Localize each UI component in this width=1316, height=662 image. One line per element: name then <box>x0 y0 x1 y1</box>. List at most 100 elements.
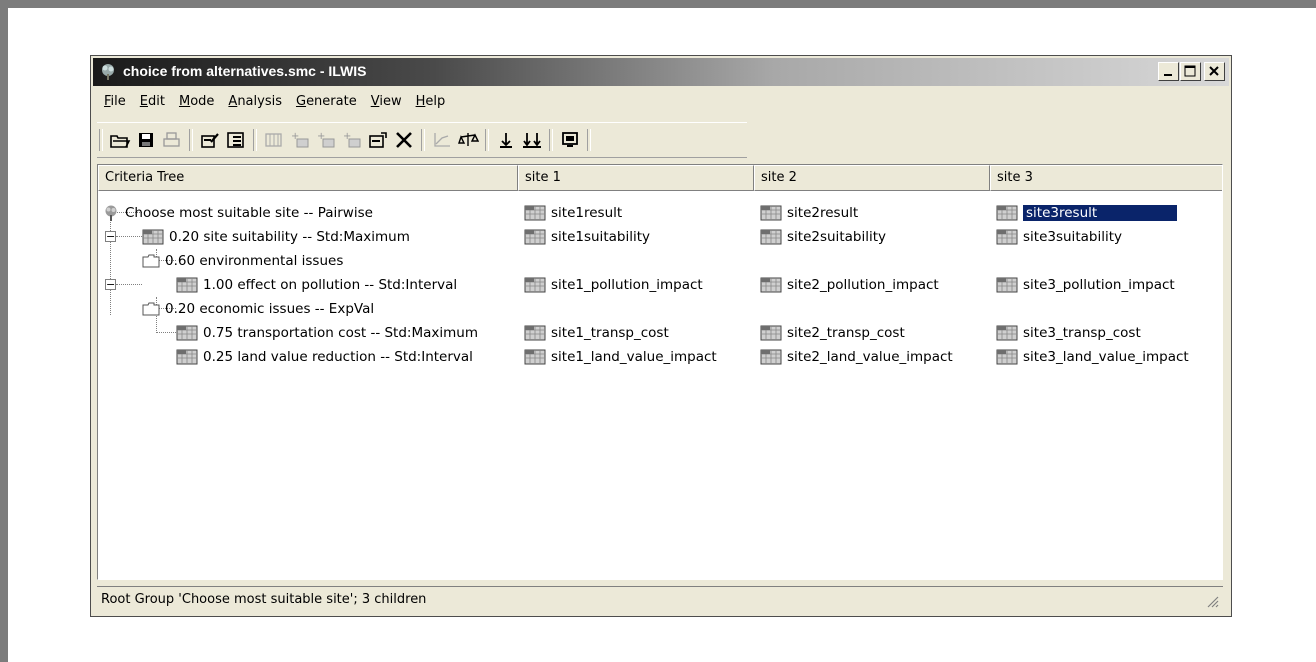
print-button[interactable] <box>159 127 185 153</box>
close-button[interactable] <box>1204 62 1225 81</box>
maximize-button[interactable] <box>1180 62 1201 81</box>
tree-node-site-suitability[interactable]: 0.20 site suitability -- Std:Maximum <box>142 225 410 249</box>
raster-map-icon <box>996 229 1018 245</box>
folder-icon <box>142 302 160 316</box>
monitor-icon <box>562 132 578 147</box>
open-folder-icon <box>110 135 131 148</box>
resize-grip-icon[interactable] <box>1205 594 1219 608</box>
cell-site3[interactable]: site3_pollution_impact <box>996 273 1175 297</box>
raster-map-icon <box>176 325 198 341</box>
raster-map-icon <box>760 349 782 365</box>
criteria-tree-list[interactable]: Criteria Tree site 1 site 2 site 3 − − C… <box>97 164 1223 580</box>
table-row[interactable]: Choose most suitable site -- Pairwise si… <box>98 201 1222 225</box>
weights-button[interactable] <box>455 127 481 153</box>
add-constraint-button[interactable]: + <box>313 127 339 153</box>
status-text: Root Group 'Choose most suitable site'; … <box>101 592 427 607</box>
tree-node-land-value[interactable]: 0.25 land value reduction -- Std:Interva… <box>176 345 473 369</box>
raster-map-icon <box>176 277 198 293</box>
save-button[interactable] <box>133 127 159 153</box>
cell-site2[interactable]: site2_pollution_impact <box>760 273 939 297</box>
edit-mode-button[interactable] <box>197 127 223 153</box>
title-bar[interactable]: choice from alternatives.smc - ILWIS <box>93 58 1229 86</box>
cell-site2[interactable]: site2result <box>760 201 858 225</box>
raster-map-icon <box>760 325 782 341</box>
ilwis-app-icon <box>102 64 114 80</box>
status-bar: Root Group 'Choose most suitable site'; … <box>97 586 1223 612</box>
cell-site3[interactable]: site3_land_value_impact <box>996 345 1189 369</box>
menu-help[interactable]: Help <box>409 92 453 112</box>
tree-view-button[interactable] <box>223 127 249 153</box>
toolbar: + + + <box>97 122 747 158</box>
menu-edit[interactable]: Edit <box>133 92 172 112</box>
insert-group-button[interactable] <box>261 127 287 153</box>
raster-map-icon <box>996 277 1018 293</box>
menu-analysis[interactable]: Analysis <box>221 92 289 112</box>
cell-site2[interactable]: site2suitability <box>760 225 886 249</box>
raster-map-icon <box>760 277 782 293</box>
add-map-icon: + <box>291 131 309 148</box>
raster-map-icon <box>524 325 546 341</box>
column-site-1[interactable]: site 1 <box>518 165 754 191</box>
raster-map-icon <box>996 349 1018 365</box>
delete-button[interactable] <box>391 127 417 153</box>
tree-node-pollution[interactable]: 1.00 effect on pollution -- Std:Interval <box>176 273 457 297</box>
table-row[interactable]: 0.20 site suitability -- Std:Maximum sit… <box>98 225 1222 249</box>
minimize-button[interactable] <box>1158 62 1179 81</box>
cell-site3-selected[interactable]: site3result <box>996 201 1178 225</box>
raster-map-icon <box>524 229 546 245</box>
cell-site1[interactable]: site1_transp_cost <box>524 321 669 345</box>
menu-bar: File Edit Mode Analysis Generate View He… <box>97 92 452 112</box>
calculate-step-button[interactable] <box>493 127 519 153</box>
raster-map-icon <box>760 229 782 245</box>
menu-view[interactable]: View <box>364 92 409 112</box>
calculate-all-button[interactable] <box>519 127 545 153</box>
column-site-2[interactable]: site 2 <box>754 165 990 191</box>
properties-button[interactable] <box>365 127 391 153</box>
edit-form-icon <box>201 133 219 148</box>
menu-file[interactable]: File <box>97 92 133 112</box>
minimize-icon <box>1164 74 1172 76</box>
table-row[interactable]: 0.20 economic issues -- ExpVal <box>98 297 1222 321</box>
cell-site2[interactable]: site2_land_value_impact <box>760 345 953 369</box>
menu-generate[interactable]: Generate <box>289 92 364 112</box>
cell-site1[interactable]: site1_land_value_impact <box>524 345 717 369</box>
table-row[interactable]: 0.75 transportation cost -- Std:Maximum … <box>98 321 1222 345</box>
raster-map-icon <box>142 229 164 245</box>
tree-root-icon <box>105 205 117 221</box>
add-map-icon: + <box>317 131 335 148</box>
standardize-graph-button[interactable] <box>429 127 455 153</box>
maximize-icon <box>1184 65 1196 77</box>
tree-list-icon <box>227 132 244 148</box>
tree-node-transportation[interactable]: 0.75 transportation cost -- Std:Maximum <box>176 321 478 345</box>
open-folder-button[interactable] <box>107 127 133 153</box>
double-arrow-down-icon <box>523 133 541 148</box>
cell-site1[interactable]: site1result <box>524 201 622 225</box>
delete-x-icon <box>396 132 412 148</box>
cell-site1[interactable]: site1suitability <box>524 225 650 249</box>
app-window: choice from alternatives.smc - ILWIS Fil… <box>90 55 1232 617</box>
column-site-3[interactable]: site 3 <box>990 165 1222 191</box>
tree-node-label: Choose most suitable site -- Pairwise <box>125 205 373 221</box>
tree-node-environmental[interactable]: 0.60 environmental issues <box>142 249 343 273</box>
cell-site1[interactable]: site1_pollution_impact <box>524 273 703 297</box>
menu-mode[interactable]: Mode <box>172 92 221 112</box>
tree-node-economic[interactable]: 0.20 economic issues -- ExpVal <box>142 297 374 321</box>
properties-icon <box>369 132 387 148</box>
column-header: Criteria Tree site 1 site 2 site 3 <box>98 165 1222 191</box>
raster-map-icon <box>176 349 198 365</box>
table-row[interactable]: 1.00 effect on pollution -- Std:Interval… <box>98 273 1222 297</box>
display-button[interactable] <box>557 127 583 153</box>
table-row[interactable]: 0.25 land value reduction -- Std:Interva… <box>98 345 1222 369</box>
screen-border-top <box>0 0 1316 8</box>
add-factor-button[interactable]: + <box>287 127 313 153</box>
table-row[interactable]: 0.60 environmental issues <box>98 249 1222 273</box>
column-criteria-tree[interactable]: Criteria Tree <box>98 165 518 191</box>
window-title: choice from alternatives.smc - ILWIS <box>123 63 367 79</box>
raster-map-icon <box>524 349 546 365</box>
raster-map-icon <box>524 205 546 221</box>
tree-node-root[interactable]: Choose most suitable site -- Pairwise <box>102 201 373 225</box>
cell-site3[interactable]: site3suitability <box>996 225 1122 249</box>
cell-site3[interactable]: site3_transp_cost <box>996 321 1141 345</box>
add-score-button[interactable]: + <box>339 127 365 153</box>
cell-site2[interactable]: site2_transp_cost <box>760 321 905 345</box>
